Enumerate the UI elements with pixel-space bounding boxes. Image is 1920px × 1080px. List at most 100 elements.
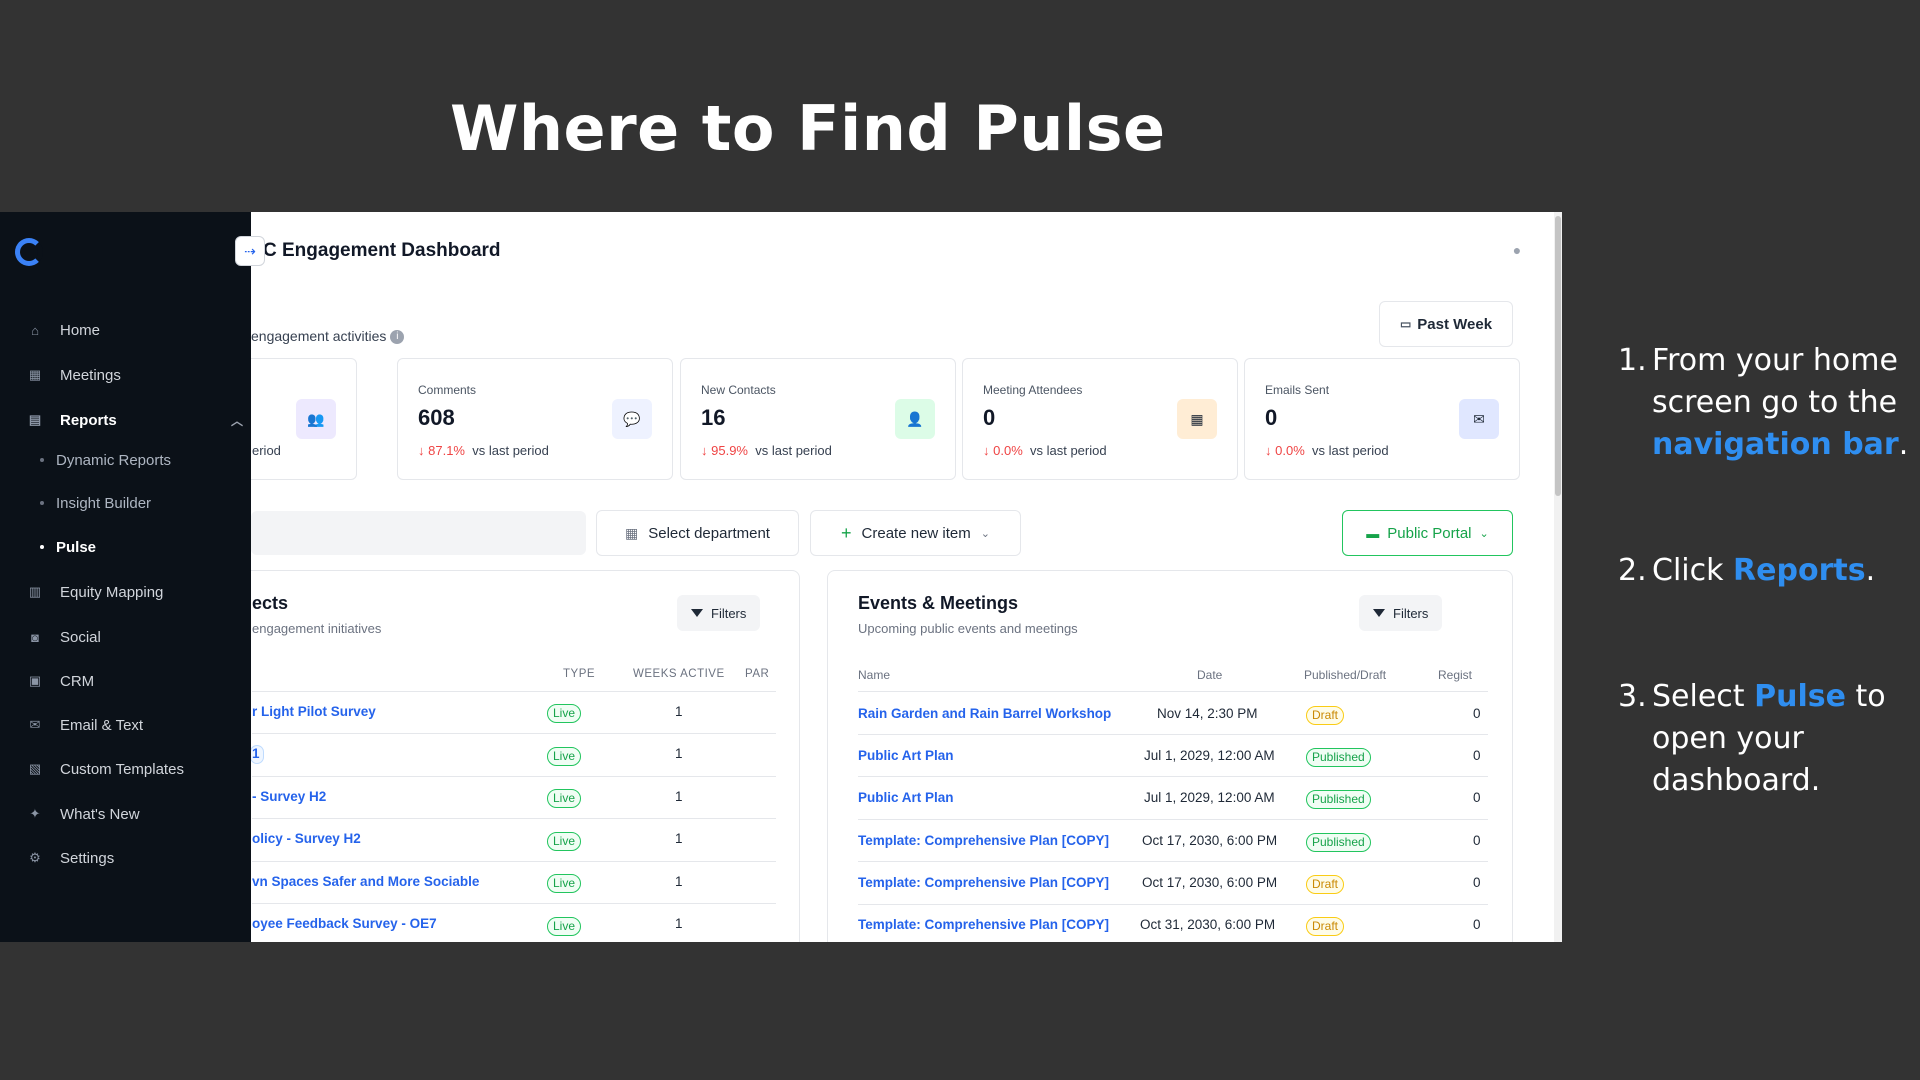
project-name[interactable]: 1 — [252, 746, 260, 761]
date-range-label: Past Week — [1417, 315, 1493, 333]
sidebar-item-email-text[interactable]: ✉ Email & Text — [0, 707, 251, 743]
vertical-scrollbar[interactable] — [1554, 212, 1562, 942]
sidebar-item-label: CRM — [60, 672, 95, 690]
sidebar-subitem-label: Pulse — [56, 538, 97, 556]
divider — [252, 861, 776, 862]
project-name[interactable]: oyee Feedback Survey - OE7 — [252, 916, 437, 931]
arrow-right-icon[interactable]: ⇢ — [235, 236, 265, 266]
filters-label: Filters — [1393, 605, 1429, 621]
column-header-registrations: Regist — [1438, 668, 1473, 682]
registrations: 0 — [1473, 833, 1481, 848]
stat-change-pct: 95.9% — [711, 443, 748, 458]
stat-card-emails-sent: Emails Sent 0 ↓ 0.0% vs last period ✉ — [1244, 358, 1520, 480]
panel-subtitle: engagement initiatives — [252, 621, 382, 636]
stat-value: 608 — [418, 405, 455, 430]
filters-button[interactable]: Filters — [1359, 595, 1443, 631]
stat-card-new-contacts: New Contacts 16 ↓ 95.9% vs last period 👤 — [680, 358, 956, 480]
step-text: Click — [1652, 553, 1734, 588]
filters-button[interactable]: Filters — [677, 595, 761, 631]
project-name[interactable]: r Light Pilot Survey — [252, 704, 376, 719]
event-date: Nov 14, 2:30 PM — [1157, 706, 1258, 721]
calendar-icon: ▦ — [28, 367, 42, 382]
column-header-par: PAR — [745, 668, 770, 680]
building-icon: ▦ — [625, 524, 639, 541]
divider — [252, 776, 776, 777]
event-date: Oct 17, 2030, 6:00 PM — [1142, 833, 1278, 848]
event-date: Jul 1, 2029, 12:00 AM — [1144, 748, 1275, 763]
public-portal-button[interactable]: ▬ Public Portal ⌄ — [1342, 510, 1513, 556]
step-text-end: . — [1898, 427, 1909, 462]
sidebar-item-equity-mapping[interactable]: ▥ Equity Mapping — [0, 574, 251, 610]
down-arrow-icon: ↓ — [983, 443, 994, 458]
weeks-active: 1 — [675, 831, 683, 846]
weeks-active: 1 — [675, 874, 683, 889]
sidebar-item-home[interactable]: ⌂ Home — [0, 312, 251, 348]
registrations: 0 — [1473, 790, 1481, 805]
project-name[interactable]: olicy - Survey H2 — [252, 831, 361, 846]
project-name[interactable]: - Survey H2 — [252, 789, 326, 804]
chevron-up-icon[interactable]: ︿ — [231, 412, 243, 429]
contacts-icon: ▣ — [28, 673, 42, 688]
scrollbar-thumb[interactable] — [1555, 216, 1561, 496]
event-name[interactable]: Public Art Plan — [858, 748, 954, 763]
event-name[interactable]: Template: Comprehensive Plan [COPY] — [858, 875, 1109, 890]
sidebar-item-label: Custom Templates — [60, 760, 184, 778]
event-name[interactable]: Public Art Plan — [858, 790, 954, 805]
email-icon: ✉ — [29, 717, 41, 732]
sidebar-item-meetings[interactable]: ▦ Meetings — [0, 357, 251, 393]
registrations: 0 — [1473, 875, 1481, 890]
panel-title: Events & Meetings — [858, 593, 1019, 613]
bullet-icon — [40, 545, 44, 549]
filters-label: Filters — [711, 605, 747, 621]
add-user-icon: 👤 — [895, 399, 935, 439]
step-text-end: . — [1865, 553, 1876, 588]
info-icon[interactable]: i — [390, 330, 405, 345]
sidebar-subitem-dynamic-reports[interactable]: Dynamic Reports — [0, 443, 251, 477]
event-name[interactable]: Rain Garden and Rain Barrel Workshop — [858, 706, 1111, 721]
weeks-active: 1 — [675, 704, 683, 719]
event-name[interactable]: Template: Comprehensive Plan [COPY] — [858, 833, 1109, 848]
envelope-icon: ✉ — [1459, 399, 1499, 439]
status-badge: Live — [547, 917, 582, 936]
monitor-icon: ▬ — [1366, 525, 1380, 541]
sidebar-item-crm[interactable]: ▣ CRM — [0, 663, 251, 699]
create-new-item-button[interactable]: + Create new item ⌄ — [810, 510, 1021, 556]
social-icon: ◙ — [31, 629, 39, 645]
select-department-button[interactable]: ▦ Select department — [596, 510, 799, 556]
date-range-button[interactable]: ▭ Past Week — [1379, 301, 1513, 347]
sidebar-item-reports[interactable]: ▤ Reports ︿ — [0, 402, 251, 438]
event-name[interactable]: Template: Comprehensive Plan [COPY] — [858, 917, 1109, 932]
stat-change: ↓ 0.0% vs last period — [983, 443, 1107, 458]
status-badge: Draft — [1306, 706, 1345, 725]
sidebar-subitem-insight-builder[interactable]: Insight Builder — [0, 486, 251, 520]
sidebar-item-custom-templates[interactable]: ▧ Custom Templates — [0, 751, 251, 787]
status-badge: Live — [547, 704, 582, 723]
divider — [252, 903, 776, 904]
app-logo-icon[interactable] — [15, 238, 43, 266]
sidebar-item-whats-new[interactable]: ✦ What's New — [0, 796, 251, 832]
user-avatar-icon[interactable]: ● — [1508, 242, 1526, 260]
events-meetings-panel: Events & Meetings Upcoming public events… — [827, 570, 1513, 942]
search-input[interactable] — [251, 511, 586, 555]
people-icon: 👥 — [296, 399, 336, 439]
sidebar-subitem-pulse[interactable]: Pulse — [0, 530, 251, 564]
step-highlight: navigation bar — [1652, 427, 1899, 462]
home-icon: ⌂ — [31, 322, 39, 338]
instruction-step-1: 1. From your home screen go to the navig… — [1618, 340, 1918, 466]
map-icon: ▥ — [28, 584, 42, 599]
registrations: 0 — [1473, 917, 1481, 932]
step-number: 2. — [1618, 553, 1647, 588]
stat-card: eriod 👥 — [251, 358, 357, 480]
event-date: Oct 31, 2030, 6:00 PM — [1140, 917, 1276, 932]
stat-change-pct: 0.0% — [1275, 443, 1305, 458]
stat-change-suffix: vs last period — [472, 443, 549, 458]
sidebar-item-settings[interactable]: ⚙ Settings — [0, 840, 251, 876]
sidebar-item-label: What's New — [60, 805, 140, 823]
status-badge: Live — [547, 747, 582, 766]
stat-label: Comments — [418, 383, 477, 397]
weeks-active: 1 — [675, 789, 683, 804]
instruction-step-2: 2. Click Reports. — [1618, 550, 1918, 592]
sidebar-item-social[interactable]: ◙ Social — [0, 619, 251, 655]
sidebar-item-label: Reports — [60, 411, 117, 429]
project-name[interactable]: vn Spaces Safer and More Sociable — [252, 874, 479, 889]
